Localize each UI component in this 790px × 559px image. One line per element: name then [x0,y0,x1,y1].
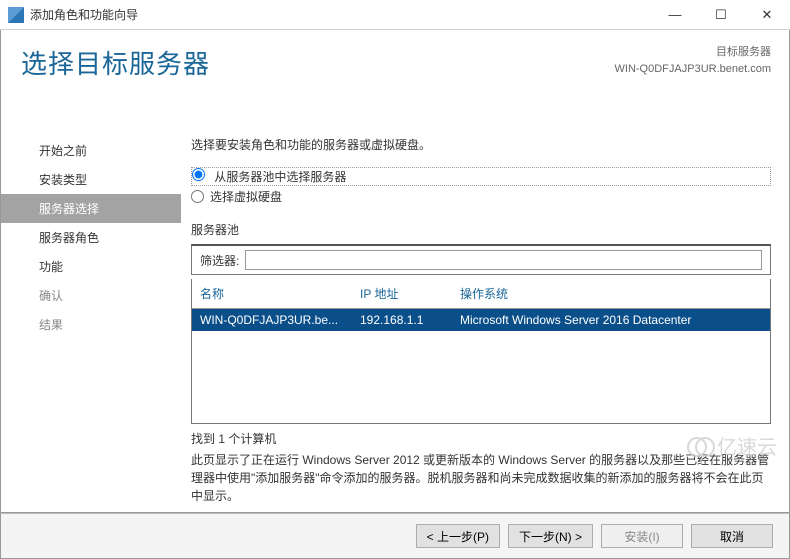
minimize-button[interactable]: — [652,0,698,29]
radio-vhd-row[interactable]: 选择虚拟硬盘 [191,186,771,207]
target-server-box: 目标服务器 WIN-Q0DFJAJP3UR.benet.com [615,44,771,77]
watermark-icon [687,437,713,455]
selection-radio-group: 从服务器池中选择服务器 选择虚拟硬盘 [191,167,771,207]
col-header-os[interactable]: 操作系统 [460,285,762,302]
wizard-sidebar: 开始之前 安装类型 服务器选择 服务器角色 功能 确认 结果 [1,108,181,512]
col-header-name[interactable]: 名称 [200,285,360,302]
radio-vhd[interactable] [191,190,204,203]
maximize-button[interactable]: ☐ [698,0,744,29]
close-button[interactable]: ✕ [744,0,790,29]
install-button: 安装(I) [601,524,683,548]
filter-label: 筛选器: [200,252,239,269]
cell-name: WIN-Q0DFJAJP3UR.be... [200,313,360,327]
app-icon [8,7,24,23]
watermark: 亿速云 [687,431,777,460]
radio-server-pool-row[interactable]: 从服务器池中选择服务器 [191,167,771,186]
found-count: 找到 1 个计算机 [191,430,771,447]
nav-features[interactable]: 功能 [1,252,181,281]
previous-button[interactable]: < 上一步(P) [416,524,500,548]
nav-results: 结果 [1,310,181,339]
cell-os: Microsoft Windows Server 2016 Datacenter [460,313,762,327]
server-pool-label: 服务器池 [191,221,771,238]
nav-before-you-begin[interactable]: 开始之前 [1,136,181,165]
filter-input[interactable] [245,250,762,270]
window-controls: — ☐ ✕ [652,0,790,29]
nav-installation-type[interactable]: 安装类型 [1,165,181,194]
titlebar: 添加角色和功能向导 — ☐ ✕ [0,0,790,30]
next-button[interactable]: 下一步(N) > [508,524,593,548]
header-band: 选择目标服务器 目标服务器 WIN-Q0DFJAJP3UR.benet.com [21,44,771,81]
description-text: 此页显示了正在运行 Windows Server 2012 或更新版本的 Win… [191,451,771,505]
filter-box: 筛选器: [191,244,771,275]
table-header: 名称 IP 地址 操作系统 [192,279,770,309]
nav-confirmation: 确认 [1,281,181,310]
instruction-text: 选择要安装角色和功能的服务器或虚拟硬盘。 [191,136,771,153]
cell-ip: 192.168.1.1 [360,313,460,327]
page-title: 选择目标服务器 [21,44,210,81]
wizard-footer: < 上一步(P) 下一步(N) > 安装(I) 取消 [0,513,790,559]
col-header-ip[interactable]: IP 地址 [360,285,460,302]
radio-vhd-label: 选择虚拟硬盘 [210,188,282,205]
window-title: 添加角色和功能向导 [30,6,652,23]
radio-server-pool[interactable] [192,168,205,181]
target-value: WIN-Q0DFJAJP3UR.benet.com [615,61,771,78]
watermark-text: 亿速云 [717,431,777,460]
server-table: 名称 IP 地址 操作系统 WIN-Q0DFJAJP3UR.be... 192.… [191,279,771,424]
nav-server-roles[interactable]: 服务器角色 [1,223,181,252]
nav-server-selection[interactable]: 服务器选择 [1,194,181,223]
cancel-button[interactable]: 取消 [691,524,773,548]
table-empty-space [192,331,770,423]
radio-server-pool-label: 从服务器池中选择服务器 [214,170,346,184]
wizard-body: 选择目标服务器 目标服务器 WIN-Q0DFJAJP3UR.benet.com … [0,30,790,513]
target-label: 目标服务器 [615,44,771,61]
table-row[interactable]: WIN-Q0DFJAJP3UR.be... 192.168.1.1 Micros… [192,309,770,331]
